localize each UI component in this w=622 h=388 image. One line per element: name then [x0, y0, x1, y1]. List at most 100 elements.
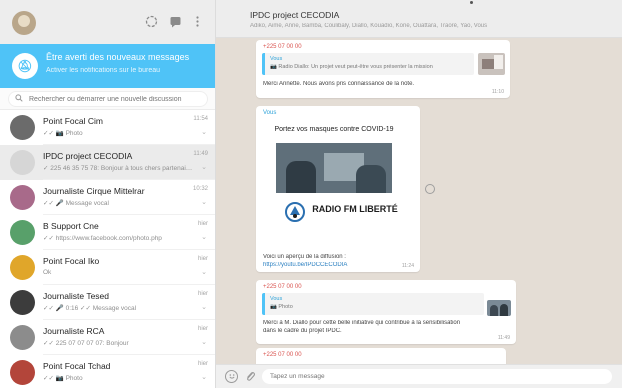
- chat-time: 11:49: [193, 151, 208, 157]
- message-sender: +225 07 00 00: [263, 284, 302, 290]
- chat-list-item[interactable]: Journaliste RCA ✓✓ 225 07 07 07 07: Bonjo…: [0, 320, 215, 355]
- status-icon[interactable]: [144, 15, 158, 29]
- chevron-down-icon[interactable]: ⌄: [201, 128, 207, 136]
- chat-list-item[interactable]: Point Focal Tchad ✓✓ 📷 Photo hier ⌄: [0, 355, 215, 388]
- chat-name: Journaliste Tesed: [43, 291, 109, 301]
- chevron-down-icon[interactable]: ⌄: [201, 303, 207, 311]
- notification-title: Être averti des nouveaux messages: [46, 52, 190, 62]
- chat-name: IPDC project CECODIA: [43, 151, 133, 161]
- message-text-line2: dans le cadre du projet IPDC.: [263, 328, 342, 334]
- chevron-down-icon[interactable]: ⌄: [201, 338, 207, 346]
- chat-name: Point Focal Iko: [43, 256, 100, 266]
- chat-preview: ✓✓ 🎤 Message vocal: [43, 200, 109, 207]
- message-input[interactable]: [262, 369, 612, 384]
- message-sender: +225 07 00 00: [263, 352, 302, 358]
- chevron-down-icon[interactable]: ⌄: [201, 198, 207, 206]
- chat-time: hier: [197, 361, 208, 367]
- message-time: 11:49: [497, 335, 510, 341]
- message-time: 11:10: [491, 89, 504, 95]
- contact-avatar[interactable]: [10, 185, 35, 210]
- chat-list-item[interactable]: IPDC project CECODIA ✓ 225 46 35 75 78: B…: [0, 145, 215, 180]
- chat-name: Journaliste Cirque Mittelrar: [43, 186, 145, 196]
- message-bubble[interactable]: Vous Portez vos masques contre COVID-19 …: [256, 106, 420, 272]
- contact-avatar[interactable]: [10, 220, 35, 245]
- conversation-header[interactable]: IPDC project CECODIA Adiko, Aimé, Anne, …: [216, 0, 622, 38]
- chat-list-item[interactable]: Point Focal Iko Ok hier ⌄: [0, 250, 215, 285]
- chat-list-item[interactable]: Point Focal Cim ✓✓ 📷 Photo 11:54 ⌄: [0, 110, 215, 145]
- chat-name: Point Focal Cim: [43, 116, 103, 126]
- chat-preview: ✓✓ 📷 Photo: [43, 375, 83, 382]
- chat-preview: ✓ 225 46 35 75 78: Bonjour à tous chers …: [43, 165, 193, 172]
- emoji-icon[interactable]: [225, 370, 238, 383]
- search-icon: [15, 94, 23, 104]
- top-indicator: [470, 1, 473, 4]
- message-composer: [216, 364, 622, 388]
- quoted-text: 📷 Radio Diallo: Un projet veut peut-être…: [270, 64, 433, 70]
- chat-list: Point Focal Cim ✓✓ 📷 Photo 11:54 ⌄ IPDC proj…: [0, 110, 215, 388]
- message-time: 11:24: [401, 263, 414, 269]
- menu-icon[interactable]: [190, 15, 204, 29]
- my-avatar[interactable]: [12, 11, 36, 35]
- whatsapp-web-app: 🔕︎ Être averti des nouveaux messages Act…: [0, 0, 622, 388]
- quoted-message[interactable]: Vous 📷 Radio Diallo: Un projet veut peut…: [262, 53, 474, 75]
- radio-logo-icon: [284, 201, 306, 223]
- chat-time: 10:32: [192, 186, 208, 192]
- message-bubble[interactable]: +225 07 00 00: [256, 348, 506, 364]
- chevron-down-icon[interactable]: ⌄: [201, 163, 207, 171]
- conversation-panel: IPDC project CECODIA Adiko, Aimé, Anne, …: [216, 0, 622, 388]
- chat-time: 11:54: [193, 116, 208, 122]
- contact-avatar[interactable]: [10, 325, 35, 350]
- paperclip-icon[interactable]: [244, 370, 257, 383]
- loading-spinner-icon: [425, 184, 435, 194]
- chat-preview: ✓✓ 📷 Photo: [43, 130, 83, 137]
- message-text: Merci Annette. Nous avons pris connaissa…: [263, 81, 415, 87]
- sidebar: 🔕︎ Être averti des nouveaux messages Act…: [0, 0, 216, 388]
- message-bubble[interactable]: +225 07 00 00 Vous 📷 Photo Merci à M. Di…: [256, 280, 516, 344]
- chat-preview: ✓✓ 🎤 0:16 ✓✓ Message vocal: [43, 305, 137, 312]
- chat-name: Journaliste RCA: [43, 326, 105, 336]
- chat-time: hier: [197, 256, 208, 262]
- chat-preview: ✓✓ 225 07 07 07 07: Bonjour: [43, 340, 129, 347]
- search-input[interactable]: [29, 93, 204, 105]
- chevron-down-icon[interactable]: ⌄: [201, 373, 207, 381]
- sidebar-header: [0, 0, 215, 44]
- poster-title: Portez vos masques contre COVID-19: [274, 126, 394, 133]
- contact-avatar[interactable]: [10, 290, 35, 315]
- search-box[interactable]: [8, 91, 208, 107]
- chat-list-item[interactable]: B Support Cne ✓✓ https://www.facebook.com…: [0, 215, 215, 250]
- poster-brand: RADIO FM LIBERTÉ: [312, 204, 398, 214]
- chat-name: Point Focal Tchad: [43, 361, 111, 371]
- quoted-text: 📷 Photo: [270, 304, 293, 310]
- poster-photo: [276, 143, 392, 193]
- notification-subtitle[interactable]: Activer les notifications sur le bureau: [46, 67, 211, 74]
- quoted-thumbnail[interactable]: [487, 300, 511, 316]
- chevron-down-icon[interactable]: ⌄: [201, 268, 207, 276]
- contact-avatar[interactable]: [10, 255, 35, 280]
- contact-avatar[interactable]: [10, 360, 35, 385]
- message-sender: Vous: [263, 110, 277, 116]
- conversation-participants: Adiko, Aimé, Anne, Bamba, Coulibaly, Dia…: [250, 23, 488, 29]
- message-sender: +225 07 00 00: [263, 44, 302, 50]
- new-chat-icon[interactable]: [168, 15, 182, 29]
- chat-list-item[interactable]: Journaliste Cirque Mittelrar ✓✓ 🎤 Message…: [0, 180, 215, 215]
- message-link[interactable]: https://youtu.be/IPDCCECODIA: [263, 262, 388, 268]
- quoted-thumbnail[interactable]: [478, 53, 505, 75]
- chat-time: hier: [197, 326, 208, 332]
- quoted-message[interactable]: Vous 📷 Photo: [262, 293, 484, 315]
- image-attachment[interactable]: Portez vos masques contre COVID-19 RADIO…: [262, 121, 406, 251]
- message-text: Voici un aperçu de la diffusion :: [263, 254, 346, 260]
- message-list: +225 07 00 00 Vous 📷 Radio Diallo: Un pr…: [216, 38, 622, 364]
- chat-preview: ✓✓ https://www.facebook.com/photo.php: [43, 235, 162, 242]
- contact-avatar[interactable]: [10, 115, 35, 140]
- quoted-author: Vous: [270, 296, 283, 302]
- contact-avatar[interactable]: [10, 150, 35, 175]
- chevron-down-icon[interactable]: ⌄: [201, 233, 207, 241]
- chat-time: hier: [197, 221, 208, 227]
- quoted-author: Vous: [270, 56, 283, 62]
- chat-list-item[interactable]: Journaliste Tesed ✓✓ 🎤 0:16 ✓✓ Message vo…: [0, 285, 215, 320]
- message-bubble[interactable]: +225 07 00 00 Vous 📷 Radio Diallo: Un pr…: [256, 40, 510, 98]
- chat-preview: Ok: [43, 269, 52, 276]
- chat-time: hier: [197, 291, 208, 297]
- search-bar: [0, 88, 215, 110]
- desktop-notification-banner[interactable]: 🔕︎ Être averti des nouveaux messages Act…: [0, 44, 215, 88]
